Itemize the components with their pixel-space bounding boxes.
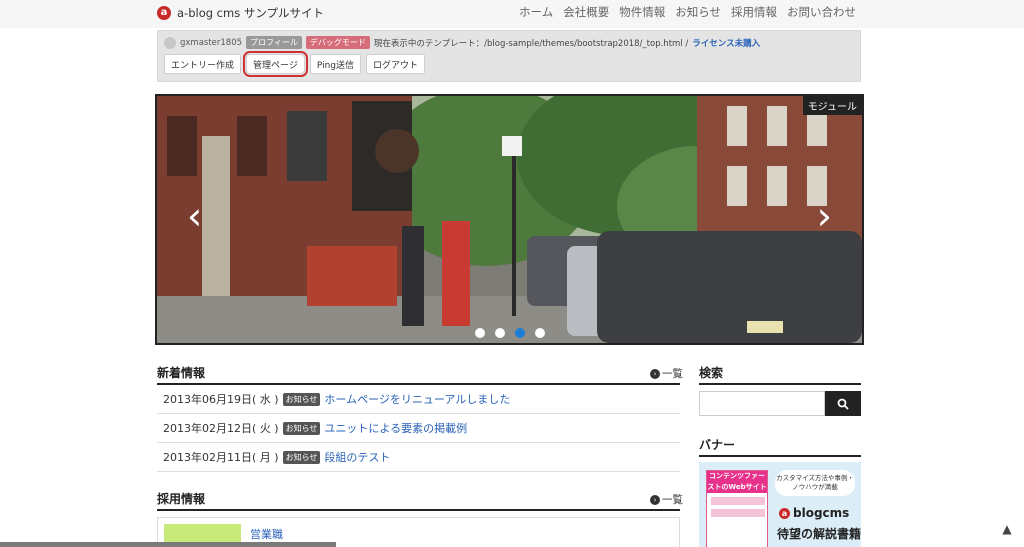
news-date: 2013年06月19日( 水 )	[163, 393, 279, 406]
news-category-badge: お知らせ	[282, 450, 321, 464]
back-to-top-icon[interactable]: ▲	[998, 520, 1016, 538]
banner-bubble-text: カスタマイズ方法や事例・ノウハウが満載	[775, 470, 855, 496]
ablog-logo-icon: a	[779, 507, 790, 519]
nav-home[interactable]: ホーム	[519, 4, 553, 20]
news-list-item: 2013年02月11日( 月 ) お知らせ 段組のテスト	[157, 443, 680, 472]
recruit-divider	[157, 509, 680, 511]
carousel-indicators	[475, 328, 545, 338]
site-header: a a-blog cms サンプルサイト ホーム 会社概要 物件情報 お知らせ …	[0, 0, 1024, 28]
hero-carousel: モジュール ‹ ›	[155, 94, 864, 345]
site-title: a-blog cms サンプルサイト	[177, 6, 325, 20]
book-decoration	[711, 497, 765, 505]
search-button[interactable]	[825, 391, 861, 416]
news-list-item: 2013年06月19日( 水 ) お知らせ ホームページをリニューアルしました	[157, 385, 680, 414]
ping-send-button[interactable]: Ping送信	[309, 54, 361, 74]
main-nav: ホーム 会社概要 物件情報 お知らせ 採用情報 お問い合わせ	[519, 4, 856, 20]
carousel-photo	[157, 96, 862, 343]
news-list-item: 2013年02月12日( 火 ) お知らせ ユニットによる要素の掲載例	[157, 414, 680, 443]
carousel-next-icon[interactable]: ›	[817, 196, 832, 236]
logout-button[interactable]: ログアウト	[366, 54, 426, 74]
search-input[interactable]	[699, 391, 825, 416]
admin-button-row: エントリー作成 管理ページ Ping送信 ログアウト	[164, 51, 426, 77]
banner-logo: a blogcms	[779, 506, 849, 520]
nav-news[interactable]: お知らせ	[675, 4, 721, 20]
news-category-badge: お知らせ	[282, 421, 321, 435]
recruit-more-label: 一覧	[662, 494, 683, 506]
chevron-right-circle-icon: ›	[650, 494, 660, 505]
news-title-link[interactable]: ユニットによる要素の掲載例	[324, 420, 467, 436]
news-more-label: 一覧	[662, 368, 683, 380]
carousel-dot[interactable]	[535, 328, 545, 338]
search-section-title: 検索	[699, 366, 724, 380]
banner-divider	[699, 455, 861, 457]
nav-recruit[interactable]: 採用情報	[731, 4, 777, 20]
ablog-logo-icon: a	[157, 6, 171, 20]
carousel-dot-active[interactable]	[515, 328, 525, 338]
nav-properties[interactable]: 物件情報	[619, 4, 665, 20]
carousel-dot[interactable]	[475, 328, 485, 338]
book-banner[interactable]: コンテンツファーストのWebサイト運用 カスタマイズ方法や事例・ノウハウが満載 …	[699, 462, 861, 547]
news-more-link[interactable]: › 一覧	[650, 366, 683, 381]
admin-toolbar: gxmaster1805 プロフィール デバッグモード 現在表示中のテンプレート…	[157, 30, 861, 82]
banner-logo-text: blogcms	[793, 506, 850, 520]
recruit-section-title: 採用情報	[157, 492, 206, 506]
banner-section-title: バナー	[699, 438, 736, 452]
news-section-title: 新着情報	[157, 366, 206, 380]
news-category-badge: お知らせ	[282, 392, 321, 406]
book-title: コンテンツファーストのWebサイト運用	[707, 471, 767, 502]
admin-page-button[interactable]: 管理ページ	[243, 51, 308, 77]
site-logo[interactable]: a a-blog cms サンプルサイト	[157, 5, 324, 21]
module-label[interactable]: モジュール	[802, 96, 862, 115]
nav-company[interactable]: 会社概要	[563, 4, 609, 20]
license-link[interactable]: ライセンス未購入	[692, 37, 760, 49]
book-decoration	[711, 509, 765, 517]
news-date: 2013年02月11日( 月 )	[163, 451, 279, 464]
news-title-link[interactable]: ホームページをリニューアルしました	[324, 391, 510, 407]
profile-button[interactable]: プロフィール	[246, 36, 302, 49]
admin-username: gxmaster1805	[180, 37, 243, 48]
user-avatar-icon	[164, 36, 176, 49]
banner-headline: 待望の解説書籍	[777, 527, 861, 541]
news-title-link[interactable]: 段組のテスト	[324, 449, 390, 465]
book-cover-image: コンテンツファーストのWebサイト運用	[706, 470, 768, 547]
recruit-more-link[interactable]: › 一覧	[650, 492, 683, 507]
admin-status-row: gxmaster1805 プロフィール デバッグモード 現在表示中のテンプレート…	[164, 36, 760, 49]
nav-contact[interactable]: お問い合わせ	[787, 4, 856, 20]
news-date: 2013年02月12日( 火 )	[163, 422, 279, 435]
job-title-link[interactable]: 営業職	[250, 526, 283, 542]
search-icon	[837, 398, 849, 410]
search-divider	[699, 383, 861, 385]
create-entry-button[interactable]: エントリー作成	[164, 54, 242, 74]
debug-mode-badge[interactable]: デバッグモード	[305, 36, 370, 49]
horizontal-scrollbar[interactable]	[0, 542, 336, 547]
carousel-dot[interactable]	[495, 328, 505, 338]
carousel-prev-icon[interactable]: ‹	[187, 196, 202, 236]
chevron-right-circle-icon: ›	[650, 368, 660, 379]
template-path-text: 現在表示中のテンプレート：/blog-sample/themes/bootstr…	[373, 38, 689, 49]
